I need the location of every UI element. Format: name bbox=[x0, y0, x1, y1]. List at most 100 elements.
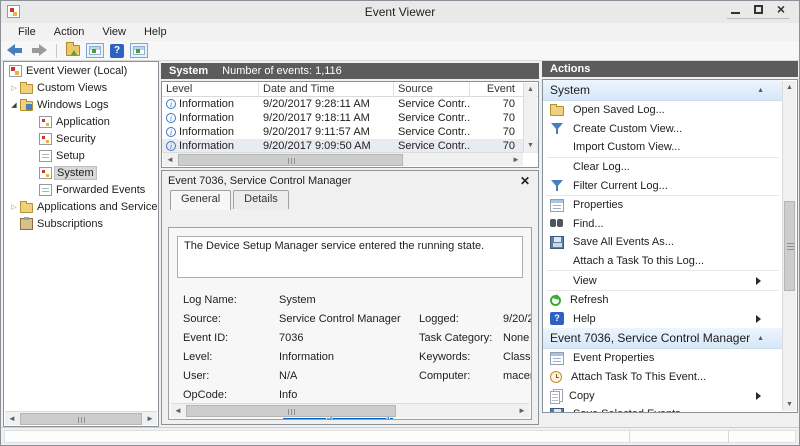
scroll-up-icon[interactable]: ▲ bbox=[783, 81, 796, 94]
action-clear-log[interactable]: Clear Log... bbox=[543, 158, 783, 177]
save-icon bbox=[550, 408, 564, 413]
actions-vertical-scrollbar[interactable]: ▲ ▼ bbox=[782, 81, 796, 411]
column-date-and-time[interactable]: Date and Time bbox=[259, 82, 394, 96]
event-description[interactable]: The Device Setup Manager service entered… bbox=[177, 236, 523, 278]
action-properties[interactable]: Properties bbox=[543, 196, 783, 215]
scroll-down-icon[interactable]: ▼ bbox=[783, 398, 796, 411]
tree-item-subscriptions[interactable]: Subscriptions bbox=[4, 215, 158, 232]
tab-general[interactable]: General bbox=[170, 190, 231, 210]
menu-help[interactable]: Help bbox=[135, 24, 176, 40]
scroll-left-icon[interactable]: ◄ bbox=[5, 412, 19, 426]
scroll-down-icon[interactable]: ▼ bbox=[524, 139, 537, 152]
minimize-button[interactable] bbox=[731, 5, 740, 14]
scroll-left-icon[interactable]: ◄ bbox=[171, 404, 185, 418]
close-detail-icon[interactable]: ✕ bbox=[518, 174, 532, 188]
event-row-selected[interactable]: iInformation 9/20/2017 9:09:50 AM Servic… bbox=[162, 139, 538, 153]
column-level[interactable]: Level bbox=[162, 82, 259, 96]
action-open-saved-log[interactable]: Open Saved Log... bbox=[543, 101, 783, 120]
tree-item-event-viewer-local[interactable]: Event Viewer (Local) bbox=[4, 62, 158, 79]
scroll-up-icon[interactable]: ▲ bbox=[524, 83, 537, 96]
menu-action[interactable]: Action bbox=[45, 24, 94, 40]
scroll-right-icon[interactable]: ► bbox=[515, 404, 529, 418]
cell-event-id: 70 bbox=[470, 140, 519, 152]
scroll-left-icon[interactable]: ◄ bbox=[163, 153, 177, 167]
status-divider bbox=[629, 431, 630, 442]
actions-section-event[interactable]: Event 7036, Service Control Manager ▲ bbox=[543, 328, 783, 349]
expander-collapsed-icon[interactable]: ▷ bbox=[8, 203, 20, 211]
tree-horizontal-scrollbar[interactable]: ◄ ► bbox=[5, 411, 157, 425]
action-view[interactable]: View bbox=[543, 271, 783, 290]
properties-icon bbox=[550, 352, 564, 365]
scrollbar-thumb[interactable] bbox=[784, 201, 795, 291]
action-save-all-events-as[interactable]: Save All Events As... bbox=[543, 233, 783, 252]
action-refresh[interactable]: Refresh bbox=[543, 291, 783, 310]
scroll-right-icon[interactable]: ► bbox=[143, 412, 157, 426]
actions-header: Actions bbox=[542, 61, 798, 77]
services-logs-folder-icon bbox=[20, 203, 33, 213]
action-import-custom-view[interactable]: Import Custom View... bbox=[543, 138, 783, 157]
event-log-icon bbox=[39, 116, 52, 128]
information-level-icon: i bbox=[166, 113, 176, 123]
tree-label: Applications and Services Lo bbox=[37, 201, 158, 213]
detail-horizontal-scrollbar[interactable]: ◄ ► bbox=[171, 403, 529, 417]
list-column-headers: Level Date and Time Source Event bbox=[162, 82, 538, 97]
tree-item-security[interactable]: Security bbox=[4, 130, 158, 147]
action-event-properties[interactable]: Event Properties bbox=[543, 349, 783, 368]
show-hide-action-pane-icon[interactable] bbox=[130, 43, 148, 58]
scroll-right-icon[interactable]: ► bbox=[509, 153, 523, 167]
show-hide-console-tree-icon[interactable] bbox=[86, 43, 104, 58]
menu-view[interactable]: View bbox=[93, 24, 135, 40]
open-saved-log-icon[interactable] bbox=[66, 45, 80, 56]
event-id-label: Event ID: bbox=[183, 332, 279, 344]
action-help[interactable]: ? Help bbox=[543, 310, 783, 329]
scrollbar-thumb[interactable] bbox=[20, 413, 142, 425]
action-find[interactable]: Find... bbox=[543, 215, 783, 234]
windows-logs-folder-icon bbox=[20, 101, 33, 111]
tree-item-setup[interactable]: Setup bbox=[4, 147, 158, 164]
scrollbar-thumb[interactable] bbox=[186, 405, 396, 417]
logged-value: 9/20/2017 9:09:50 AM bbox=[503, 313, 531, 325]
back-icon[interactable] bbox=[7, 44, 24, 57]
filter-icon bbox=[550, 179, 564, 192]
tree-item-application[interactable]: Application bbox=[4, 113, 158, 130]
tree-item-applications-services-logs[interactable]: ▷ Applications and Services Lo bbox=[4, 198, 158, 215]
expander-collapsed-icon[interactable]: ▷ bbox=[8, 84, 20, 92]
section-title: Event 7036, Service Control Manager bbox=[550, 331, 757, 345]
tree-item-windows-logs[interactable]: ◢ Windows Logs bbox=[4, 96, 158, 113]
event-detail-pane: Event 7036, Service Control Manager ✕ Ge… bbox=[161, 170, 539, 425]
tree-item-custom-views[interactable]: ▷ Custom Views bbox=[4, 79, 158, 96]
help-icon[interactable]: ? bbox=[110, 44, 124, 58]
actions-section-system[interactable]: System ▲ bbox=[543, 80, 783, 101]
tree-item-system[interactable]: System bbox=[4, 164, 158, 181]
list-horizontal-scrollbar[interactable]: ◄ ► bbox=[163, 152, 523, 166]
tree-label: Application bbox=[56, 116, 110, 128]
information-level-icon: i bbox=[166, 99, 176, 109]
action-attach-task-to-event[interactable]: Attach Task To This Event... bbox=[543, 368, 783, 387]
tree-item-forwarded-events[interactable]: Forwarded Events bbox=[4, 181, 158, 198]
action-copy[interactable]: Copy bbox=[543, 386, 783, 405]
keywords-label: Keywords: bbox=[419, 351, 503, 363]
event-row[interactable]: iInformation 9/20/2017 9:28:11 AM Servic… bbox=[162, 97, 538, 111]
maximize-button[interactable] bbox=[754, 5, 763, 14]
list-vertical-scrollbar[interactable]: ▲ ▼ bbox=[523, 83, 537, 152]
collapse-section-icon[interactable]: ▲ bbox=[757, 87, 764, 94]
action-create-custom-view[interactable]: Create Custom View... bbox=[543, 120, 783, 139]
scrollbar-thumb[interactable] bbox=[178, 154, 403, 166]
tab-details[interactable]: Details bbox=[233, 190, 289, 209]
status-bar bbox=[1, 427, 799, 445]
event-row[interactable]: iInformation 9/20/2017 9:18:11 AM Servic… bbox=[162, 111, 538, 125]
column-event[interactable]: Event bbox=[470, 82, 519, 96]
collapse-section-icon[interactable]: ▲ bbox=[757, 335, 764, 342]
column-source[interactable]: Source bbox=[394, 82, 470, 96]
close-button[interactable]: × bbox=[777, 4, 785, 15]
event-row[interactable]: iInformation 9/20/2017 9:11:57 AM Servic… bbox=[162, 125, 538, 139]
tree-label: Forwarded Events bbox=[56, 184, 145, 196]
forward-icon[interactable] bbox=[30, 44, 47, 57]
action-save-selected-events[interactable]: Save Selected Events... bbox=[543, 405, 783, 413]
menu-file[interactable]: File bbox=[9, 24, 45, 40]
expander-expanded-icon[interactable]: ◢ bbox=[8, 101, 20, 109]
open-folder-icon bbox=[550, 106, 564, 116]
cell-source: Service Contr... bbox=[394, 140, 470, 152]
action-attach-task-to-log[interactable]: Attach a Task To this Log... bbox=[543, 252, 783, 271]
action-filter-current-log[interactable]: Filter Current Log... bbox=[543, 176, 783, 195]
